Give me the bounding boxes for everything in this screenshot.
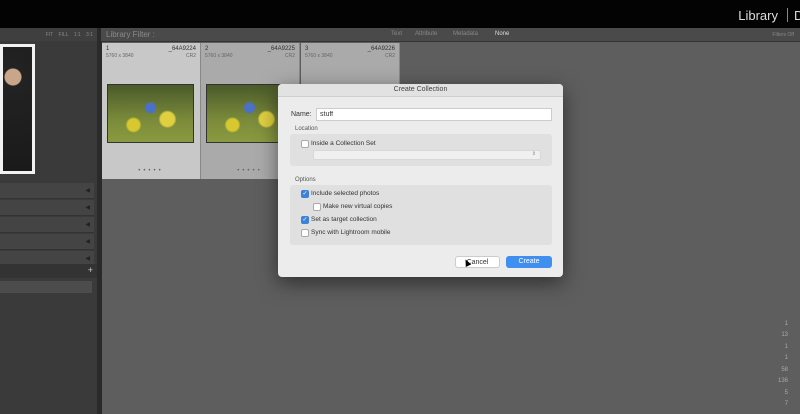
filter-tab-attribute[interactable]: Attribute [415, 31, 437, 37]
cell-index: 1 [106, 46, 110, 52]
cell-index: 3 [305, 46, 309, 52]
panel-header[interactable]: ◀ [0, 183, 94, 199]
collection-count: 136 [777, 378, 788, 384]
virtual-copies-checkbox[interactable] [313, 203, 321, 211]
grid-cell[interactable]: 1 _64A9224 5760 x 3840 CR2 ••••• [102, 43, 201, 179]
add-collection-button[interactable]: + [88, 265, 93, 275]
collapse-icon: ◀ [85, 222, 90, 228]
module-separator [787, 8, 788, 22]
module-develop[interactable]: D [794, 8, 800, 23]
collapse-icon: ◀ [85, 239, 90, 245]
option-label[interactable]: Sync with Lightroom mobile [311, 229, 390, 236]
collections-header: + [0, 264, 97, 278]
collection-set-select[interactable]: ⇕ [313, 150, 541, 160]
create-collection-dialog: Create Collection Name: Location Inside … [278, 84, 563, 277]
filter-preset-dropdown[interactable]: Filters Off [772, 32, 794, 38]
cell-filename: _64A9226 [367, 46, 395, 52]
inside-set-checkbox[interactable] [301, 140, 309, 148]
collection-count: 5 [784, 390, 788, 396]
module-library[interactable]: Library [738, 8, 778, 23]
cell-dimensions: 5760 x 3840 [106, 53, 134, 59]
collection-count: 1 [784, 344, 788, 350]
rating-stars[interactable]: ••••• [102, 168, 200, 174]
navigator-preview [0, 44, 35, 174]
inside-set-label[interactable]: Inside a Collection Set [311, 140, 376, 147]
cell-filename: _64A9225 [267, 46, 295, 52]
collection-count: 13 [781, 332, 788, 338]
library-filter-bar: Library Filter : Text Attribute Metadata… [101, 28, 800, 42]
option-label[interactable]: Include selected photos [311, 190, 379, 197]
cell-extension: CR2 [284, 53, 295, 59]
option-label[interactable]: Make new virtual copies [323, 203, 392, 210]
cell-filename: _64A9224 [168, 46, 196, 52]
cancel-button[interactable]: Cancel [455, 256, 500, 268]
filter-tab-none[interactable]: None [495, 31, 509, 37]
collection-count: 1 [784, 321, 788, 327]
stepper-icon: ⇕ [531, 151, 536, 157]
filter-tab-metadata[interactable]: Metadata [453, 31, 478, 37]
collapse-icon: ◀ [85, 188, 90, 194]
include-selected-checkbox[interactable]: ✓ [301, 190, 309, 198]
collapse-icon: ◀ [85, 205, 90, 211]
collection-count: 7 [784, 401, 788, 407]
filter-tab-text[interactable]: Text [391, 31, 402, 37]
panel-header[interactable]: ◀ [0, 234, 94, 250]
dialog-title: Create Collection [278, 84, 563, 97]
top-bar: Library D [0, 0, 800, 28]
options-label: Options [295, 177, 316, 183]
panel-header[interactable]: ◀ [0, 200, 94, 216]
cell-dimensions: 5760 x 3840 [305, 53, 333, 59]
cell-dimensions: 5760 x 3840 [205, 53, 233, 59]
library-filter-title: Library Filter : [106, 30, 155, 39]
cell-extension: CR2 [384, 53, 395, 59]
photo-thumbnail[interactable] [107, 84, 194, 143]
collection-filter-field[interactable] [0, 281, 92, 293]
panel-header[interactable]: ◀ [0, 217, 94, 233]
cell-extension: CR2 [185, 53, 196, 59]
location-label: Location [295, 126, 318, 132]
navigator-zoom-options[interactable]: FIT FILL 1:1 3:1 [0, 28, 97, 41]
collection-count: 1 [784, 355, 788, 361]
option-label[interactable]: Set as target collection [311, 216, 377, 223]
collapse-icon: ◀ [85, 256, 90, 262]
collection-name-input[interactable] [316, 108, 552, 121]
collection-count: 58 [781, 367, 788, 373]
create-button[interactable]: Create [506, 256, 552, 268]
target-collection-checkbox[interactable]: ✓ [301, 216, 309, 224]
cell-index: 2 [205, 46, 209, 52]
sync-mobile-checkbox[interactable] [301, 229, 309, 237]
name-label: Name: [291, 111, 312, 118]
